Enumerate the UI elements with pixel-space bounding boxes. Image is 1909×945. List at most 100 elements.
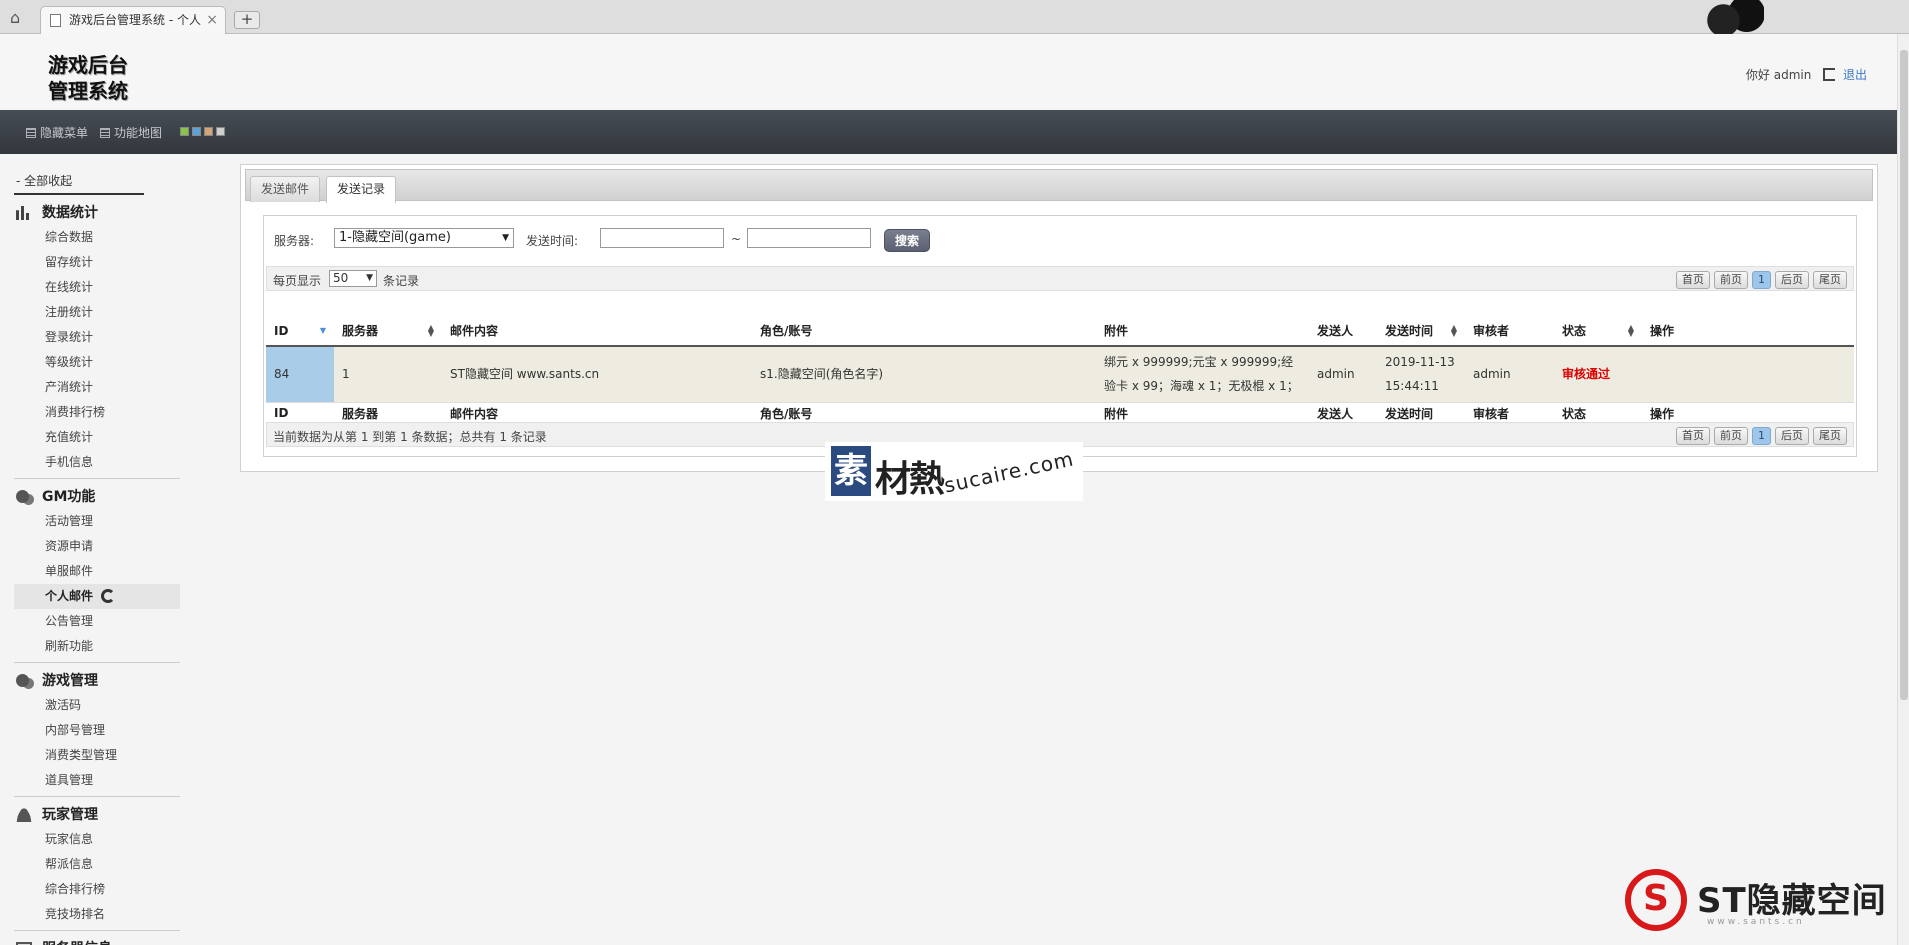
sidebar-group-title[interactable]: 服务器信息 bbox=[14, 937, 180, 945]
sidebar-item-label: 在线统计 bbox=[45, 280, 94, 294]
sidebar-item[interactable]: 帮派信息 bbox=[14, 852, 180, 877]
col-header-id[interactable]: ID ▼ bbox=[266, 316, 334, 347]
app-logo: 游戏后台 管理系统 bbox=[48, 52, 158, 104]
sidebar-item[interactable]: 产消统计 bbox=[14, 375, 180, 400]
records-container: 服务器: 1-隐藏空间(game) ▼ 发送时间: ~ 搜索 每页显示 50 ▼… bbox=[263, 215, 1857, 457]
pager-top: 首页 前页 1 后页 尾页 bbox=[1672, 271, 1847, 289]
prev-page-button[interactable]: 前页 bbox=[1714, 427, 1748, 445]
tab-send-records[interactable]: 发送记录 bbox=[326, 176, 397, 203]
sidebar-item[interactable]: 消费类型管理 bbox=[14, 743, 180, 768]
sidebar-item[interactable]: 注册统计 bbox=[14, 300, 180, 325]
sidebar-item[interactable]: 活动管理 bbox=[14, 509, 180, 534]
sidebar-item[interactable]: 道具管理 bbox=[14, 768, 180, 793]
sidebar-group-label: GM功能 bbox=[42, 489, 96, 505]
sidebar-group-title[interactable]: 玩家管理 bbox=[14, 803, 180, 827]
last-page-button[interactable]: 尾页 bbox=[1813, 271, 1847, 289]
sort-icon: ▲ ▼ bbox=[1450, 323, 1457, 338]
watermark-st-logo: S ST隐藏空间 www.sants.cn bbox=[1625, 865, 1895, 935]
sidebar-group-title[interactable]: 游戏管理 bbox=[14, 669, 180, 693]
sidebar-item[interactable]: 消费排行榜 bbox=[14, 400, 180, 425]
sidebar-item[interactable]: 在线统计 bbox=[14, 275, 180, 300]
sidebar-item[interactable]: 个人邮件 bbox=[14, 584, 180, 609]
col-header-action: 操作 bbox=[1642, 316, 1854, 347]
vertical-scrollbar[interactable] bbox=[1897, 34, 1909, 945]
logout-link[interactable]: 退出 bbox=[1843, 68, 1867, 82]
hide-menu-button[interactable]: 隐藏菜单 bbox=[26, 124, 88, 141]
send-time-to-input[interactable] bbox=[747, 228, 871, 248]
col-header-status[interactable]: 状态 ▲ ▼ bbox=[1554, 316, 1642, 347]
tab-send-mail[interactable]: 发送邮件 bbox=[250, 176, 321, 202]
sidebar-item-label: 充值统计 bbox=[45, 430, 94, 444]
sidebar-item[interactable]: 综合排行榜 bbox=[14, 877, 180, 902]
sidebar-item[interactable]: 手机信息 bbox=[14, 450, 180, 475]
sidebar-group-title[interactable]: GM功能 bbox=[14, 485, 180, 509]
search-button[interactable]: 搜索 bbox=[884, 229, 930, 252]
current-page-button[interactable]: 1 bbox=[1752, 271, 1771, 289]
next-page-button[interactable]: 后页 bbox=[1775, 271, 1809, 289]
sidebar-item-label: 单服邮件 bbox=[45, 564, 94, 578]
page-size-select[interactable]: 50 ▼ bbox=[329, 270, 377, 287]
theme-swatch-tan[interactable] bbox=[204, 127, 213, 136]
watermark-box: 素 bbox=[831, 446, 871, 496]
collapse-all-link[interactable]: - 全部收起 bbox=[14, 166, 144, 195]
sidebar-item[interactable]: 留存统计 bbox=[14, 250, 180, 275]
sidebar-group-label: 服务器信息 bbox=[42, 941, 112, 945]
prev-page-button[interactable]: 前页 bbox=[1714, 271, 1748, 289]
scrollbar-thumb[interactable] bbox=[1900, 50, 1908, 700]
browser-tab-title: 游戏后台管理系统 - 个人 bbox=[69, 13, 201, 27]
sidebar-group-title[interactable]: 数据统计 bbox=[14, 201, 180, 225]
send-time-from-input[interactable] bbox=[600, 228, 724, 248]
watermark-cn-text: 材熱 bbox=[875, 459, 945, 500]
first-page-button[interactable]: 首页 bbox=[1676, 271, 1710, 289]
foot-status: 状态 bbox=[1554, 402, 1642, 425]
page-size-value: 50 bbox=[333, 271, 349, 285]
home-icon[interactable]: ⌂ bbox=[10, 9, 28, 27]
table-row[interactable]: 84 1 ST隐藏空间 www.sants.cn s1.隐藏空间(角色名字) 绑… bbox=[266, 346, 1854, 403]
sidebar-item[interactable]: 内部号管理 bbox=[14, 718, 180, 743]
tab-bar: 发送邮件 发送记录 bbox=[245, 169, 1873, 203]
cell-content: ST隐藏空间 www.sants.cn bbox=[442, 346, 752, 403]
theme-swatch-green[interactable] bbox=[180, 127, 189, 136]
sidebar-item-label: 道具管理 bbox=[45, 773, 94, 787]
last-page-button[interactable]: 尾页 bbox=[1813, 427, 1847, 445]
sidebar-item[interactable]: 玩家信息 bbox=[14, 827, 180, 852]
foot-sender: 发送人 bbox=[1309, 402, 1377, 425]
first-page-button[interactable]: 首页 bbox=[1676, 427, 1710, 445]
sidebar-item-label: 玩家信息 bbox=[45, 832, 94, 846]
logo-line-2: 管理系统 bbox=[48, 79, 128, 103]
sidebar-item[interactable]: 登录统计 bbox=[14, 325, 180, 350]
sidebar-item[interactable]: 公告管理 bbox=[14, 609, 180, 634]
sidebar-item[interactable]: 等级统计 bbox=[14, 350, 180, 375]
page-size-suffix: 条记录 bbox=[383, 274, 420, 288]
browser-tab[interactable]: 游戏后台管理系统 - 个人 × bbox=[40, 6, 226, 34]
sidebar-item[interactable]: 充值统计 bbox=[14, 425, 180, 450]
current-page-button[interactable]: 1 bbox=[1752, 427, 1771, 445]
records-table: ID ▼ 服务器 ▲ ▼ 邮件内容 角色/账号 附件 发送人 发送时间 ▲ ▼ 审核者 状… bbox=[266, 316, 1854, 425]
function-map-button[interactable]: 功能地图 bbox=[100, 124, 162, 141]
sidebar-item[interactable]: 刷新功能 bbox=[14, 634, 180, 659]
sort-icon: ▲ ▼ bbox=[427, 323, 434, 338]
col-header-server[interactable]: 服务器 ▲ ▼ bbox=[334, 316, 442, 347]
new-tab-button[interactable]: + bbox=[234, 11, 260, 29]
theme-swatch-blue[interactable] bbox=[192, 127, 201, 136]
sort-desc-icon: ▼ bbox=[319, 326, 326, 335]
sidebar-item[interactable]: 单服邮件 bbox=[14, 559, 180, 584]
active-indicator-icon bbox=[101, 589, 116, 603]
col-header-role: 角色/账号 bbox=[752, 316, 1096, 347]
sidebar-item[interactable]: 资源申请 bbox=[14, 534, 180, 559]
server-select-value: 1-隐藏空间(game) bbox=[339, 230, 451, 245]
person-icon bbox=[16, 808, 32, 822]
sidebar-item[interactable]: 综合数据 bbox=[14, 225, 180, 250]
sidebar-item-label: 手机信息 bbox=[45, 455, 94, 469]
theme-swatch-gray[interactable] bbox=[216, 127, 225, 136]
col-header-send-time[interactable]: 发送时间 ▲ ▼ bbox=[1377, 316, 1465, 347]
sidebar-item[interactable]: 激活码 bbox=[14, 693, 180, 718]
sidebar-item[interactable]: 竞技场排名 bbox=[14, 902, 180, 927]
server-select[interactable]: 1-隐藏空间(game) ▼ bbox=[334, 228, 514, 248]
app-header: 游戏后台 管理系统 你好 admin 退出 bbox=[0, 34, 1897, 110]
greeting-text: 你好 admin bbox=[1745, 68, 1812, 82]
cell-reviewer: admin bbox=[1465, 346, 1554, 403]
next-page-button[interactable]: 后页 bbox=[1775, 427, 1809, 445]
logout-icon[interactable] bbox=[1823, 68, 1836, 81]
close-tab-icon[interactable]: × bbox=[206, 7, 218, 33]
